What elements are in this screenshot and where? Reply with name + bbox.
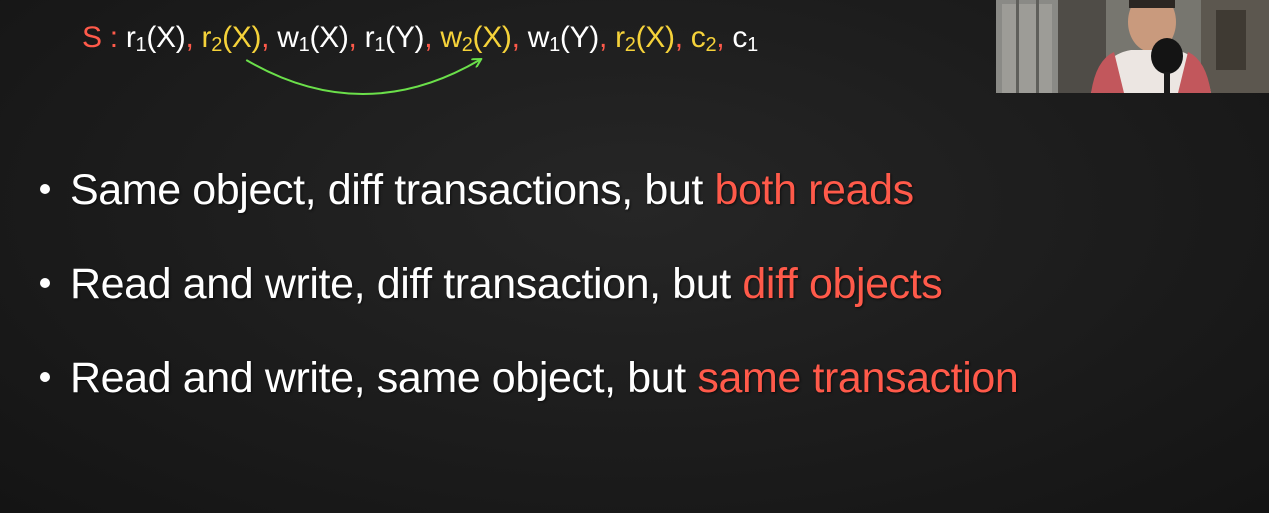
schedule-comma: , <box>674 21 691 54</box>
schedule-op-r1-x: r1(X) <box>125 21 186 56</box>
schedule-comma: , <box>261 21 278 54</box>
schedule-comma: , <box>598 21 616 54</box>
bullet-text: Read and write, diff transaction, but <box>70 260 743 308</box>
schedule-label: S <box>82 21 102 54</box>
bullet-item: Read and write, same object, but same tr… <box>40 346 1019 410</box>
schedule-comma: , <box>348 21 365 54</box>
schedule-comma: , <box>511 21 528 54</box>
schedule-op-c1: c1 <box>732 21 758 56</box>
slide: S : r1(X), r2(X), w1(X), r1(Y), w2(X), w… <box>0 0 1269 513</box>
schedule-comma: , <box>185 21 202 54</box>
schedule-op-r2-x: r2(X) <box>201 21 262 56</box>
bullet-text: Same object, diff transactions, but <box>70 166 715 214</box>
bullet-icon <box>40 371 50 382</box>
schedule-separator: : <box>101 21 126 54</box>
bullet-emphasis: both reads <box>714 166 915 214</box>
schedule-operations: r1(X), r2(X), w1(X), r1(Y), w2(X), w1(Y)… <box>125 21 758 56</box>
schedule-op-r1-y: r1(Y) <box>364 21 425 56</box>
schedule-op-c2: c2 <box>690 21 717 56</box>
bullet-list: Same object, diff transactions, but both… <box>40 158 1019 440</box>
bullet-emphasis: same transaction <box>697 354 1019 402</box>
presenter-webcam <box>996 0 1269 93</box>
bullet-emphasis: diff objects <box>742 260 943 308</box>
schedule-op-w1-y: w1(Y) <box>527 21 600 56</box>
schedule-op-w1-x: w1(X) <box>277 21 349 56</box>
schedule-op-r2-x: r2(X) <box>615 21 675 56</box>
bullet-text: Read and write, same object, but <box>70 354 698 402</box>
conflict-arrow <box>245 60 479 95</box>
bullet-item: Same object, diff transactions, but both… <box>40 158 1018 222</box>
bullet-item: Read and write, diff transaction, but di… <box>40 252 1018 316</box>
schedule-comma: , <box>716 21 733 54</box>
schedule-op-w2-x: w2(X) <box>440 21 512 56</box>
bullet-icon <box>40 277 50 288</box>
bullet-icon <box>40 183 50 194</box>
schedule-comma: , <box>424 21 441 54</box>
schedule-line: S : r1(X), r2(X), w1(X), r1(Y), w2(X), w… <box>82 18 758 58</box>
